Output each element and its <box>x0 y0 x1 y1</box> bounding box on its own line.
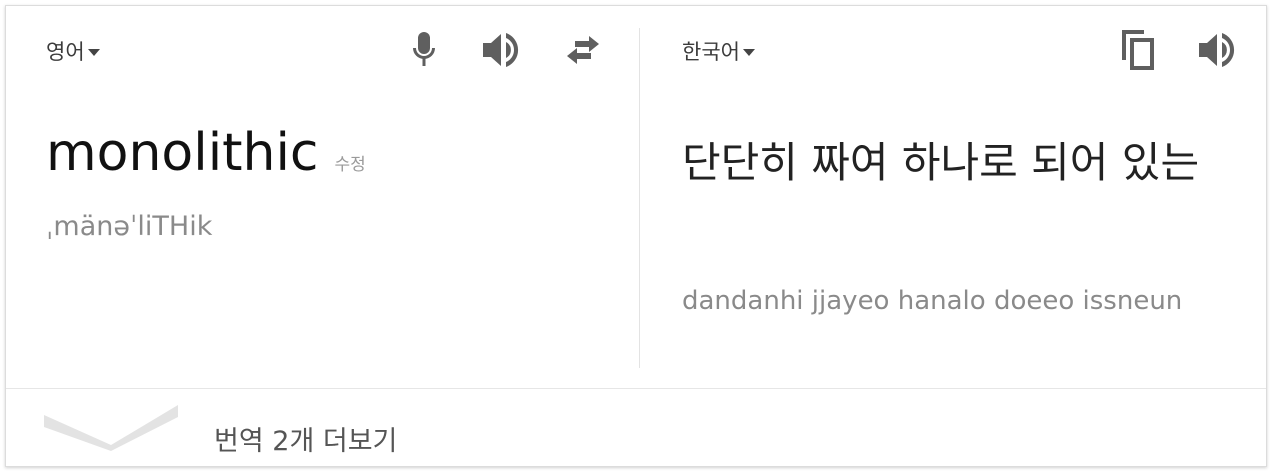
chevron-down-icon <box>44 405 178 451</box>
source-text: monolithic <box>46 123 319 183</box>
translated-text: 단단히 짜여 하나로 되어 있는 <box>682 138 1200 187</box>
source-word: monolithic 수정 <box>46 122 366 184</box>
romanization-text: dandanhi jjayeo hanalo doeeo issneun <box>682 286 1183 316</box>
copy-icon[interactable] <box>1114 26 1162 74</box>
dropdown-caret-icon <box>742 48 755 56</box>
translation-card: 영어 monolithic 수정 ˌmänəˈliTHik 한국어 단단히 짜여… <box>5 5 1267 467</box>
more-translations-toggle[interactable]: 번역 2개 더보기 <box>6 388 1266 467</box>
source-pane: 영어 monolithic 수정 ˌmänəˈliTHik <box>6 6 639 388</box>
speaker-icon[interactable] <box>1195 26 1243 74</box>
target-language-label: 한국어 <box>682 40 740 64</box>
source-language-label: 영어 <box>46 40 85 64</box>
microphone-icon[interactable] <box>400 26 448 74</box>
target-language-select[interactable]: 한국어 <box>682 36 755 66</box>
swap-icon[interactable] <box>559 26 607 74</box>
target-pane: 한국어 단단히 짜여 하나로 되어 있는 dandanhi jjayeo han… <box>640 6 1266 388</box>
source-language-select[interactable]: 영어 <box>46 36 100 66</box>
more-translations-label: 번역 2개 더보기 <box>214 426 398 457</box>
edit-link[interactable]: 수정 <box>335 150 366 175</box>
dropdown-caret-icon <box>87 48 100 56</box>
source-phonetic: ˌmänəˈliTHik <box>46 211 213 242</box>
speaker-icon[interactable] <box>479 26 527 74</box>
